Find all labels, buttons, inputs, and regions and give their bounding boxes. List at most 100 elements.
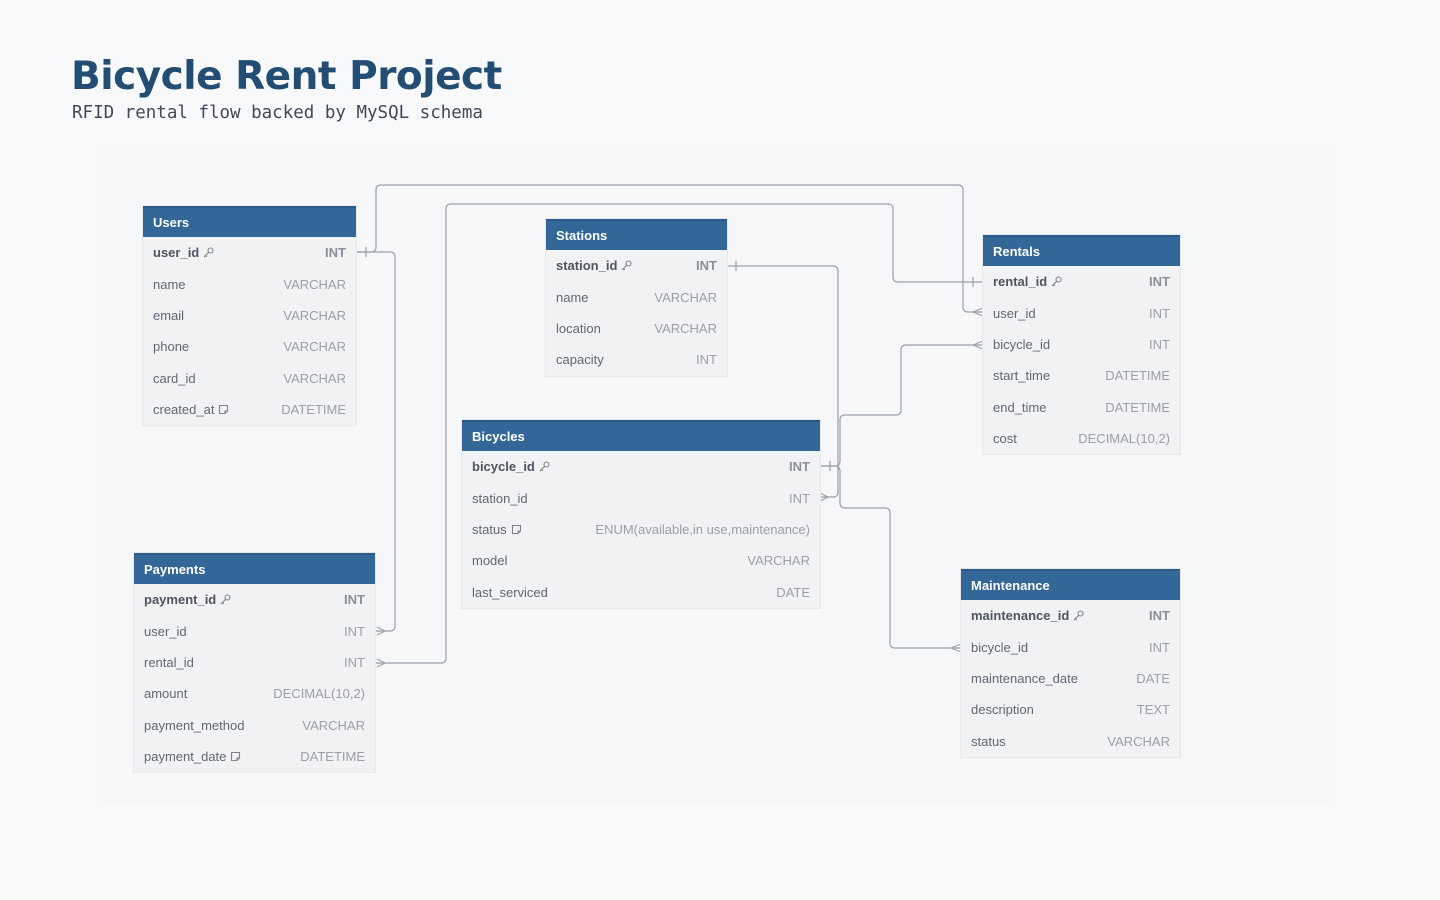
field-row[interactable]: rental_id INT bbox=[134, 647, 375, 678]
field-type: INT bbox=[1149, 608, 1170, 624]
field-type: VARCHAR bbox=[283, 276, 346, 292]
field-name: payment_date bbox=[144, 749, 227, 765]
field-name: bicycle_id bbox=[971, 639, 1029, 655]
field-row[interactable]: card_id VARCHAR bbox=[143, 363, 356, 394]
field-row[interactable]: capacity INT bbox=[546, 344, 727, 375]
field-name: name bbox=[153, 276, 186, 292]
table-payments[interactable]: Payments payment_id INT user_id INT rent… bbox=[134, 553, 375, 773]
field-type: INT bbox=[696, 352, 717, 368]
field-row[interactable]: end_time DATETIME bbox=[983, 392, 1180, 423]
field-type: INT bbox=[789, 490, 810, 506]
field-name: end_time bbox=[993, 399, 1047, 415]
note-icon bbox=[230, 751, 241, 762]
table-rentals[interactable]: Rentals rental_id INT user_id INT bicycl… bbox=[983, 235, 1180, 455]
field-row[interactable]: email VARCHAR bbox=[143, 300, 356, 331]
field-name: status bbox=[971, 733, 1006, 749]
field-row[interactable]: payment_method VARCHAR bbox=[134, 710, 375, 741]
note-icon bbox=[218, 404, 229, 415]
field-row[interactable]: start_time DATETIME bbox=[983, 360, 1180, 391]
field-row[interactable]: created_at DATETIME bbox=[143, 394, 356, 425]
field-row[interactable]: amount DECIMAL(10,2) bbox=[134, 678, 375, 709]
field-type: INT bbox=[1149, 274, 1170, 290]
page-subtitle: RFID rental flow backed by MySQL schema bbox=[72, 103, 483, 123]
field-name: card_id bbox=[153, 370, 196, 386]
field-row[interactable]: description TEXT bbox=[961, 694, 1180, 725]
field-type: INT bbox=[1149, 336, 1170, 352]
field-type: VARCHAR bbox=[747, 553, 810, 569]
table-header[interactable]: Stations bbox=[546, 219, 727, 250]
field-row[interactable]: bicycle_id INT bbox=[462, 451, 820, 482]
field-type: DATE bbox=[1136, 670, 1170, 686]
field-name: created_at bbox=[153, 402, 215, 418]
field-name: maintenance_id bbox=[971, 608, 1070, 624]
field-name: user_id bbox=[153, 245, 200, 261]
field-name: user_id bbox=[144, 623, 187, 639]
table-header[interactable]: Rentals bbox=[983, 235, 1180, 266]
key-icon bbox=[220, 594, 231, 605]
field-name: last_serviced bbox=[472, 584, 548, 600]
field-row[interactable]: station_id INT bbox=[546, 250, 727, 281]
table-header[interactable]: Payments bbox=[134, 553, 375, 584]
field-row[interactable]: location VARCHAR bbox=[546, 313, 727, 344]
field-row[interactable]: payment_id INT bbox=[134, 584, 375, 615]
field-row[interactable]: maintenance_date DATE bbox=[961, 663, 1180, 694]
field-name: name bbox=[556, 289, 589, 305]
page-title: Bicycle Rent Project bbox=[71, 54, 502, 99]
field-name: rental_id bbox=[144, 654, 194, 670]
field-type: INT bbox=[344, 654, 365, 670]
field-name: description bbox=[971, 702, 1034, 718]
field-row[interactable]: model VARCHAR bbox=[462, 545, 820, 576]
table-maintenance[interactable]: Maintenance maintenance_id INT bicycle_i… bbox=[961, 569, 1180, 757]
field-name: model bbox=[472, 553, 508, 569]
field-row[interactable]: maintenance_id INT bbox=[961, 600, 1180, 631]
field-type: VARCHAR bbox=[1107, 733, 1170, 749]
field-name: user_id bbox=[993, 305, 1036, 321]
field-type: TEXT bbox=[1136, 702, 1170, 718]
table-header[interactable]: Maintenance bbox=[961, 569, 1180, 600]
field-row[interactable]: payment_date DATETIME bbox=[134, 741, 375, 772]
field-type: DATE bbox=[776, 584, 810, 600]
field-name: bicycle_id bbox=[993, 336, 1051, 352]
table-stations[interactable]: Stations station_id INT name VARCHAR loc… bbox=[546, 219, 727, 376]
field-row[interactable]: cost DECIMAL(10,2) bbox=[983, 423, 1180, 454]
field-name: station_id bbox=[472, 490, 528, 506]
field-name: maintenance_date bbox=[971, 670, 1078, 686]
field-type: DATETIME bbox=[281, 402, 346, 418]
field-type: VARCHAR bbox=[654, 289, 717, 305]
field-name: status bbox=[472, 521, 507, 537]
field-type: DATETIME bbox=[1105, 368, 1170, 384]
field-row[interactable]: phone VARCHAR bbox=[143, 331, 356, 362]
field-row[interactable]: bicycle_id INT bbox=[961, 631, 1180, 662]
key-icon bbox=[1073, 610, 1084, 621]
field-row[interactable]: rental_id INT bbox=[983, 266, 1180, 297]
field-name: payment_id bbox=[144, 592, 217, 608]
field-type: VARCHAR bbox=[283, 307, 346, 323]
field-row[interactable]: user_id INT bbox=[134, 615, 375, 646]
field-row[interactable]: bicycle_id INT bbox=[983, 329, 1180, 360]
field-name: capacity bbox=[556, 352, 604, 368]
key-icon bbox=[621, 260, 632, 271]
table-bicycles[interactable]: Bicycles bicycle_id INT station_id INT s… bbox=[462, 420, 820, 608]
field-row[interactable]: user_id INT bbox=[143, 237, 356, 268]
table-header[interactable]: Users bbox=[143, 206, 356, 237]
field-row[interactable]: status ENUM(available,in use,maintenance… bbox=[462, 514, 820, 545]
field-row[interactable]: user_id INT bbox=[983, 297, 1180, 328]
field-name: location bbox=[556, 320, 601, 336]
field-row[interactable]: name VARCHAR bbox=[546, 281, 727, 312]
field-row[interactable]: station_id INT bbox=[462, 482, 820, 513]
field-type: INT bbox=[344, 623, 365, 639]
field-type: VARCHAR bbox=[283, 370, 346, 386]
key-icon bbox=[1051, 276, 1062, 287]
field-name: cost bbox=[993, 431, 1017, 447]
field-name: phone bbox=[153, 339, 190, 355]
field-name: email bbox=[153, 307, 185, 323]
field-type: DECIMAL(10,2) bbox=[1078, 431, 1170, 447]
field-type: ENUM(available,in use,maintenance) bbox=[595, 521, 810, 537]
field-type: INT bbox=[1149, 639, 1170, 655]
field-row[interactable]: status VARCHAR bbox=[961, 726, 1180, 757]
field-type: INT bbox=[1149, 305, 1170, 321]
field-row[interactable]: last_serviced DATE bbox=[462, 577, 820, 608]
table-header[interactable]: Bicycles bbox=[462, 420, 820, 451]
table-users[interactable]: Users user_id INT name VARCHAR email VAR… bbox=[143, 206, 356, 426]
field-row[interactable]: name VARCHAR bbox=[143, 268, 356, 299]
